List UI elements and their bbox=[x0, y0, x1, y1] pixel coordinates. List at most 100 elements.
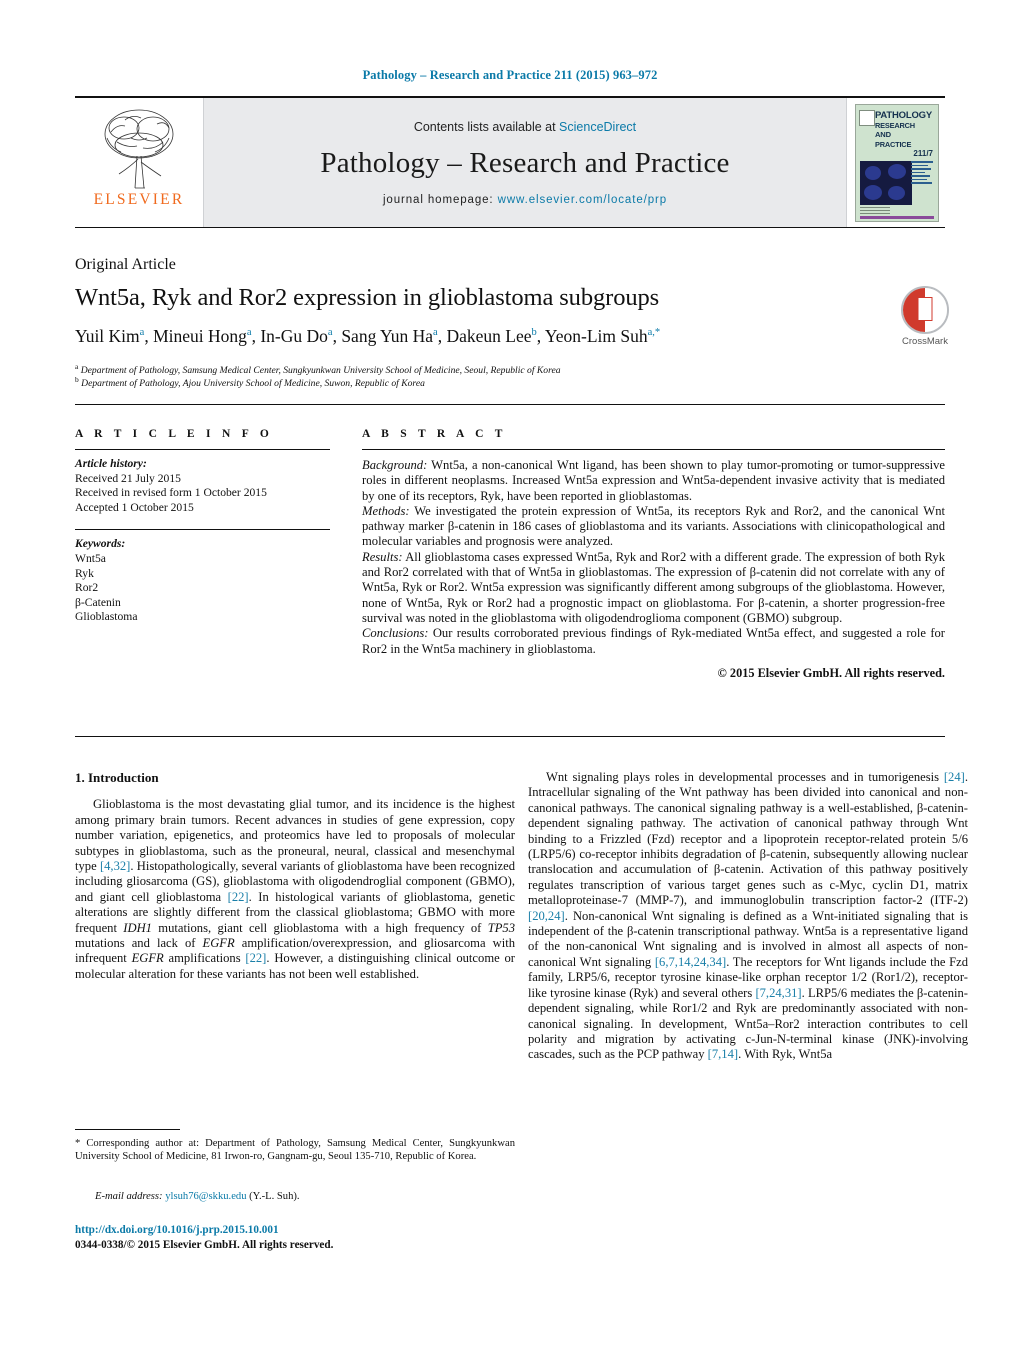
email-link[interactable]: ylsuh76@skku.edu bbox=[165, 1191, 246, 1202]
cover-line-3: AND bbox=[875, 130, 891, 139]
citation-link[interactable]: [22] bbox=[228, 890, 249, 904]
abstract-section-text: Our results corroborated previous findin… bbox=[362, 626, 945, 656]
author-affiliation-mark: a bbox=[139, 327, 145, 339]
abstract-copyright: © 2015 Elsevier GmbH. All rights reserve… bbox=[717, 665, 945, 680]
crossmark-icon bbox=[901, 286, 949, 334]
author-name[interactable]: Sang Yun Haa bbox=[341, 326, 437, 346]
author-name[interactable]: Yuil Kima bbox=[75, 326, 144, 346]
elsevier-tree-icon bbox=[104, 109, 174, 189]
section-number: 1. bbox=[75, 770, 85, 785]
affiliation-mark: a bbox=[75, 362, 79, 371]
keywords-divider bbox=[75, 529, 330, 531]
article-history-item: Accepted 1 October 2015 bbox=[75, 500, 194, 514]
keywords-block: Keywords: Wnt5a Ryk Ror2 β-Catenin Glioblast… bbox=[75, 529, 330, 625]
keywords-list: Wnt5a Ryk Ror2 β-Catenin Glioblastoma bbox=[75, 552, 330, 625]
author-name[interactable]: Dakeun Leeb bbox=[446, 326, 536, 346]
elsevier-logo: ELSEVIER bbox=[75, 98, 203, 227]
running-head: Pathology – Research and Practice 211 (2… bbox=[362, 68, 658, 82]
author-affiliation-mark: b bbox=[531, 327, 537, 339]
cover-line-1: PATHOLOGY bbox=[875, 110, 932, 121]
abstract-section-label: Background: bbox=[362, 458, 428, 472]
cover-elsevier-icon bbox=[859, 110, 875, 126]
homepage-prefix: journal homepage: bbox=[382, 194, 498, 206]
abstract-heading: A B S T R A C T bbox=[362, 428, 507, 440]
intro-paragraph-right: Wnt signaling plays roles in development… bbox=[528, 770, 968, 1063]
citation-link[interactable]: [4,32] bbox=[100, 859, 130, 873]
gene-name: TP53 bbox=[487, 920, 515, 935]
corresponding-author-note: * Corresponding author at: Department of… bbox=[75, 1137, 515, 1164]
citation-link[interactable]: [20,24] bbox=[528, 909, 565, 923]
body-text: mutations, giant cell glioblastoma with … bbox=[151, 920, 488, 935]
author-affiliation-mark: a bbox=[246, 327, 252, 339]
journal-cover-thumbnail: PATHOLOGY RESEARCH AND PRACTICE 211/7 bbox=[847, 98, 945, 227]
abstract-column: A B S T R A C T Background: Wnt5a, a non… bbox=[362, 428, 945, 681]
keyword-item: Glioblastoma bbox=[75, 610, 138, 624]
cover-title-text: PATHOLOGY RESEARCH AND PRACTICE bbox=[875, 111, 932, 149]
footnote-rule bbox=[75, 1129, 180, 1130]
cover-micrograph bbox=[860, 161, 912, 205]
author-name[interactable]: Yeon-Lim Suha,* bbox=[545, 326, 660, 346]
article-info-heading: A R T I C L E I N F O bbox=[75, 428, 274, 440]
cover-line-4: PRACTICE bbox=[875, 139, 912, 149]
journal-homepage-link[interactable]: www.elsevier.com/locate/prp bbox=[498, 194, 667, 206]
citation-link[interactable]: [7,24,31] bbox=[755, 986, 801, 1000]
cover-image: PATHOLOGY RESEARCH AND PRACTICE 211/7 bbox=[855, 104, 939, 222]
author-name[interactable]: In-Gu Doa bbox=[260, 326, 332, 346]
cover-sidebar-text bbox=[911, 161, 935, 205]
keyword-item: β-Catenin bbox=[75, 595, 121, 609]
contents-prefix: Contents lists available at bbox=[413, 120, 560, 134]
abstract-bottom-rule bbox=[75, 736, 945, 737]
abstract-section-text: Wnt5a, a non-canonical Wnt ligand, has b… bbox=[362, 458, 945, 503]
email-label: E-mail address: bbox=[95, 1191, 163, 1202]
contents-available-line: Contents lists available at ScienceDirec… bbox=[414, 120, 636, 134]
gene-name: EGFR bbox=[131, 951, 164, 966]
journal-masthead: ELSEVIER Contents lists available at Sci… bbox=[75, 96, 945, 228]
page-title: Wnt5a, Ryk and Ror2 expression in gliobl… bbox=[75, 284, 660, 311]
journal-name: Pathology – Research and Practice bbox=[320, 147, 730, 179]
abstract-section-text: We investigated the protein expression o… bbox=[362, 503, 945, 549]
issn-copyright-line: 0344-0338/© 2015 Elsevier GmbH. All righ… bbox=[75, 1239, 334, 1251]
article-history-item: Received in revised form 1 October 2015 bbox=[75, 486, 267, 500]
gene-name: IDH1 bbox=[123, 920, 152, 935]
abstract-section-text: All glioblastoma cases expressed Wnt5a, … bbox=[362, 549, 945, 625]
email-suffix: (Y.-L. Suh). bbox=[246, 1191, 300, 1202]
keyword-item: Ryk bbox=[75, 566, 94, 580]
body-text: Wnt signaling plays roles in development… bbox=[546, 770, 944, 784]
cover-line-2: RESEARCH bbox=[875, 120, 915, 130]
info-top-rule bbox=[75, 404, 945, 405]
elsevier-wordmark: ELSEVIER bbox=[93, 191, 185, 208]
author-list: Yuil Kima, Mineui Honga, In-Gu Doa, Sang… bbox=[75, 326, 661, 346]
gene-name: EGFR bbox=[202, 936, 235, 951]
abstract-divider bbox=[362, 449, 945, 450]
abstract-section-label: Conclusions: bbox=[362, 626, 429, 641]
section-heading-introduction: 1. Introduction bbox=[75, 770, 515, 785]
sciencedirect-link[interactable]: ScienceDirect bbox=[559, 120, 636, 134]
citation-link[interactable]: [6,7,14,24,34] bbox=[655, 955, 726, 969]
citation-link[interactable]: [24] bbox=[944, 770, 965, 784]
section-title: Introduction bbox=[88, 770, 159, 785]
body-text: . With Ryk, Wnt5a bbox=[738, 1047, 833, 1062]
citation-link[interactable]: [7,14] bbox=[708, 1047, 738, 1061]
cover-issue-number: 211/7 bbox=[913, 149, 933, 158]
citation-link[interactable]: [22] bbox=[245, 951, 266, 965]
doi-link[interactable]: http://dx.doi.org/10.1016/j.prp.2015.10.… bbox=[75, 1224, 279, 1236]
author-name[interactable]: Mineui Honga bbox=[153, 326, 252, 346]
email-note: E-mail address: ylsuh76@skku.edu (Y.-L. … bbox=[75, 1190, 515, 1203]
article-history-item: Received 21 July 2015 bbox=[75, 471, 181, 485]
body-text: amplifications bbox=[163, 951, 246, 966]
abstract-section-label: Results: bbox=[362, 549, 403, 564]
abstract-body: Background: Wnt5a, a non-canonical Wnt l… bbox=[362, 458, 945, 657]
journal-homepage-line: journal homepage: www.elsevier.com/locat… bbox=[383, 194, 667, 206]
article-history-title: Article history: bbox=[75, 457, 147, 470]
crossmark-label: CrossMark bbox=[902, 336, 948, 347]
affiliation-b: b Department of Pathology, Ajou Universi… bbox=[75, 375, 425, 390]
body-text: . Intracellular signaling of the Wnt pat… bbox=[528, 770, 968, 908]
info-divider bbox=[75, 449, 330, 450]
body-column-right: Wnt signaling plays roles in development… bbox=[528, 770, 968, 1063]
affiliation-mark: b bbox=[75, 375, 79, 384]
crossmark-badge[interactable]: CrossMark bbox=[892, 286, 958, 347]
intro-paragraph-left: Glioblastoma is the most devastating gli… bbox=[75, 797, 515, 982]
paper-page: Pathology – Research and Practice 211 (2… bbox=[0, 0, 1020, 1351]
author-affiliation-mark: a bbox=[433, 327, 438, 339]
journal-band: Contents lists available at ScienceDirec… bbox=[203, 98, 847, 227]
